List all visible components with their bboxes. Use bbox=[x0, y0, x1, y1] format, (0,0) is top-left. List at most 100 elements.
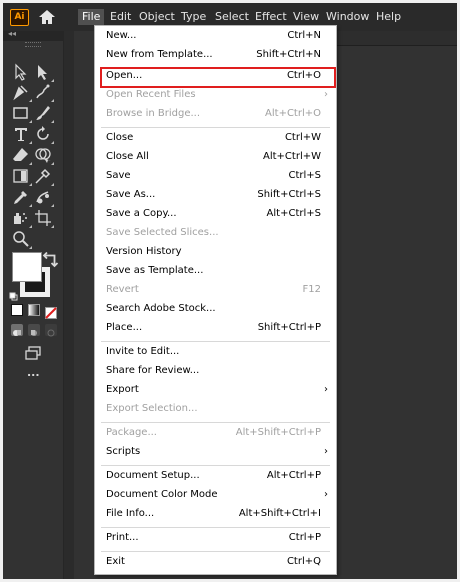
menu-item-new[interactable]: New... Ctrl+N bbox=[95, 28, 336, 47]
draw-behind-icon[interactable] bbox=[28, 324, 40, 336]
submenu-arrow-icon: › bbox=[324, 446, 328, 457]
menu-file[interactable]: File bbox=[78, 9, 105, 25]
menu-item-document-setup[interactable]: Document Setup... Alt+Ctrl+P bbox=[95, 468, 336, 487]
menu-item-shortcut: Alt+Shift+Ctrl+I bbox=[238, 508, 321, 519]
artboard-tool-icon[interactable] bbox=[34, 209, 54, 228]
menu-item-revert[interactable]: Revert F12 bbox=[95, 282, 336, 301]
menu-item-save[interactable]: Save Ctrl+S bbox=[95, 168, 336, 187]
menu-item-share-for-review[interactable]: Share for Review... bbox=[95, 363, 336, 382]
draw-normal-icon[interactable] bbox=[11, 324, 23, 336]
home-icon[interactable] bbox=[37, 8, 57, 26]
none-mode-icon[interactable] bbox=[45, 304, 57, 319]
menu-item-open-recent-files[interactable]: Open Recent Files › bbox=[95, 87, 336, 106]
change-screen-mode-icon[interactable] bbox=[24, 345, 42, 363]
menu-item-shortcut: Alt+Ctrl+W bbox=[263, 151, 321, 162]
menu-item-package[interactable]: Package... Alt+Shift+Ctrl+P bbox=[95, 425, 336, 444]
type-tool-icon[interactable] bbox=[12, 125, 32, 144]
rectangle-tool-icon[interactable] bbox=[12, 104, 32, 123]
collapse-icon[interactable]: ◂◂ bbox=[8, 29, 16, 38]
zoom-tool-icon[interactable] bbox=[12, 230, 32, 249]
menu-item-exit[interactable]: Exit Ctrl+Q bbox=[95, 554, 336, 573]
menu-item-label: Invite to Edit... bbox=[106, 346, 180, 357]
menu-item-search-adobe-stock[interactable]: Search Adobe Stock... bbox=[95, 301, 336, 320]
pen-tool-icon[interactable] bbox=[12, 83, 32, 102]
menu-item-label: Document Color Mode bbox=[106, 489, 218, 500]
menu-item-scripts[interactable]: Scripts › bbox=[95, 444, 336, 463]
menu-item-shortcut: Ctrl+Q bbox=[286, 556, 321, 567]
mesh-tool-icon[interactable] bbox=[34, 167, 54, 186]
menu-select[interactable]: Select bbox=[215, 10, 249, 24]
menu-item-file-info[interactable]: File Info... Alt+Shift+Ctrl+I bbox=[95, 506, 336, 525]
gradient-tool-icon[interactable] bbox=[12, 167, 32, 186]
menu-item-label: Close bbox=[106, 132, 134, 143]
fill-color-swatch[interactable] bbox=[12, 252, 42, 282]
draw-inside-icon[interactable] bbox=[45, 324, 57, 337]
paintbrush-tool-icon[interactable] bbox=[34, 104, 54, 123]
menu-object[interactable]: Object bbox=[139, 10, 175, 24]
menu-item-save-selected-slices[interactable]: Save Selected Slices... bbox=[95, 225, 336, 244]
menu-item-invite-to-edit[interactable]: Invite to Edit... bbox=[95, 344, 336, 363]
menu-item-save-a-copy[interactable]: Save a Copy... Alt+Ctrl+S bbox=[95, 206, 336, 225]
selection-tool-icon[interactable] bbox=[12, 63, 30, 81]
color-mode-icon[interactable] bbox=[11, 304, 23, 316]
direct-selection-tool-icon[interactable] bbox=[34, 63, 54, 82]
edit-toolbar-more-icon[interactable]: ... bbox=[27, 366, 40, 379]
menu-edit[interactable]: Edit bbox=[110, 10, 131, 24]
menu-item-browse-in-bridge[interactable]: Browse in Bridge... Alt+Ctrl+O bbox=[95, 106, 336, 125]
menu-item-document-color-mode[interactable]: Document Color Mode › bbox=[95, 487, 336, 506]
menu-item-label: Close All bbox=[106, 151, 149, 162]
menu-item-export-selection[interactable]: Export Selection... bbox=[95, 401, 336, 420]
menu-item-shortcut: Ctrl+N bbox=[287, 30, 321, 41]
menu-type[interactable]: Type bbox=[181, 10, 206, 24]
menu-separator bbox=[101, 341, 330, 342]
menu-item-place[interactable]: Place... Shift+Ctrl+P bbox=[95, 320, 336, 339]
illustrator-window: Ai File Edit Object Type Select Effect V… bbox=[3, 3, 457, 579]
panel-grip[interactable] bbox=[25, 42, 41, 47]
file-menu-dropdown: New... Ctrl+N New from Template... Shift… bbox=[94, 25, 337, 575]
menu-item-label: Print... bbox=[106, 532, 139, 543]
menu-item-shortcut: Alt+Ctrl+S bbox=[266, 208, 321, 219]
menu-item-label: Export Selection... bbox=[106, 403, 198, 414]
menu-separator bbox=[101, 527, 330, 528]
menu-item-label: Exit bbox=[106, 556, 125, 567]
menu-item-label: Share for Review... bbox=[106, 365, 200, 376]
menu-item-label: Place... bbox=[106, 322, 143, 333]
gradient-mode-icon[interactable] bbox=[28, 304, 40, 316]
menu-item-label: Export bbox=[106, 384, 139, 395]
menu-help[interactable]: Help bbox=[376, 10, 401, 24]
rotate-tool-icon[interactable] bbox=[34, 125, 54, 144]
canvas-edge bbox=[64, 31, 74, 579]
menu-item-shortcut: Shift+Ctrl+S bbox=[257, 189, 321, 200]
menu-item-label: New... bbox=[106, 30, 137, 41]
menu-item-shortcut: Ctrl+P bbox=[288, 532, 321, 543]
menu-item-export[interactable]: Export › bbox=[95, 382, 336, 401]
menu-view[interactable]: View bbox=[293, 10, 319, 24]
menu-effect[interactable]: Effect bbox=[255, 10, 287, 24]
menu-item-print[interactable]: Print... Ctrl+P bbox=[95, 530, 336, 549]
eraser-tool-icon[interactable] bbox=[12, 146, 32, 165]
menu-item-close[interactable]: Close Ctrl+W bbox=[95, 130, 336, 149]
menu-item-save-as-template[interactable]: Save as Template... bbox=[95, 263, 336, 282]
menu-item-version-history[interactable]: Version History bbox=[95, 244, 336, 263]
curvature-tool-icon[interactable] bbox=[34, 83, 54, 102]
symbol-sprayer-tool-icon[interactable] bbox=[12, 209, 32, 228]
menu-item-label: Save as Template... bbox=[106, 265, 204, 276]
menu-item-new-from-template[interactable]: New from Template... Shift+Ctrl+N bbox=[95, 47, 336, 66]
menu-window[interactable]: Window bbox=[326, 10, 369, 24]
illustrator-logo: Ai bbox=[10, 9, 29, 26]
menu-item-label: Package... bbox=[106, 427, 157, 438]
menu-item-close-all[interactable]: Close All Alt+Ctrl+W bbox=[95, 149, 336, 168]
menu-item-label: File Info... bbox=[106, 508, 155, 519]
swap-fill-stroke-icon[interactable] bbox=[41, 251, 59, 268]
eyedropper-tool-icon[interactable] bbox=[12, 188, 32, 207]
menu-item-save-as[interactable]: Save As... Shift+Ctrl+S bbox=[95, 187, 336, 206]
shape-builder-tool-icon[interactable] bbox=[34, 146, 54, 165]
submenu-arrow-icon: › bbox=[324, 89, 328, 100]
menu-item-label: Open Recent Files bbox=[106, 89, 196, 100]
blend-tool-icon[interactable] bbox=[34, 188, 54, 207]
menu-item-label: Save bbox=[106, 170, 131, 181]
default-fill-stroke-icon[interactable] bbox=[9, 286, 18, 301]
menu-item-label: Search Adobe Stock... bbox=[106, 303, 216, 314]
submenu-arrow-icon: › bbox=[324, 384, 328, 395]
submenu-arrow-icon: › bbox=[324, 489, 328, 500]
